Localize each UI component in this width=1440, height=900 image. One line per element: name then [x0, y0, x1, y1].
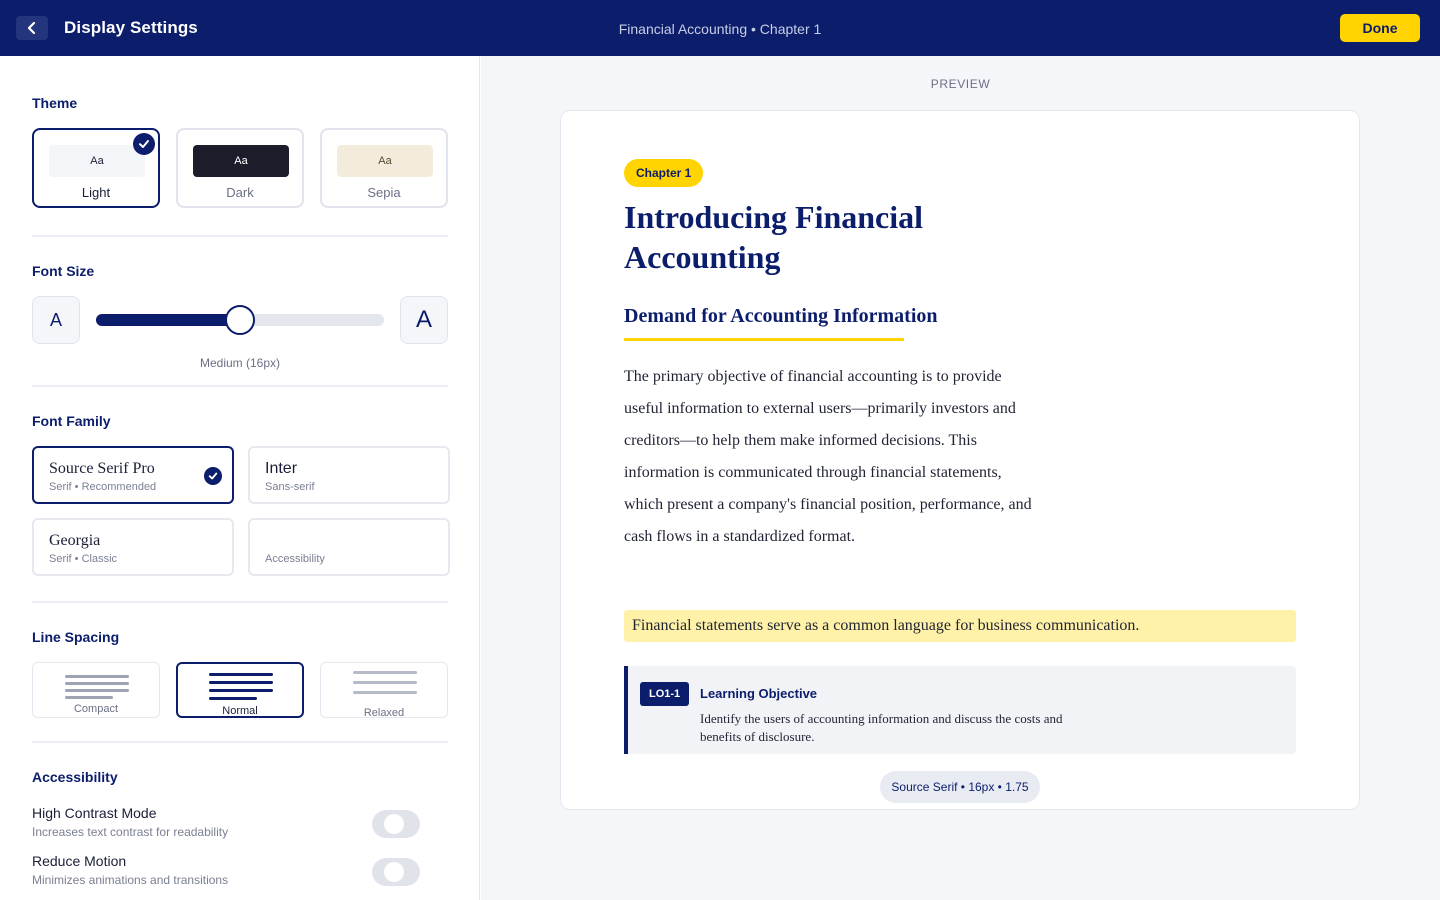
font-size-section-title: Font Size [32, 263, 95, 279]
chapter-title: Introducing Financial Accounting [624, 199, 924, 275]
theme-swatch-light: Aa [49, 145, 145, 177]
theme-label-sepia: Sepia [367, 185, 401, 200]
body-paragraph: The primary objective of financial accou… [624, 368, 1032, 545]
font-size-slider[interactable] [96, 305, 384, 335]
divider [32, 601, 448, 603]
spacing-label: Relaxed [363, 707, 405, 719]
font-size-value: Medium (16px) [199, 356, 281, 370]
font-option-name: Inter [265, 460, 298, 477]
large-a-glyph: A [415, 306, 432, 333]
breadcrumb: Financial Accounting • Chapter 1 [618, 21, 822, 37]
font-family-section-title: Font Family [32, 413, 111, 429]
theme-label-dark: Dark [226, 185, 254, 200]
font-option-accessibility[interactable]: Accessibility [248, 518, 450, 576]
settings-sidebar: Theme Aa Light Aa Dark Aa Sepia Font Siz… [0, 56, 480, 900]
toggle-knob [384, 814, 404, 834]
font-option-description: Serif • Classic [49, 553, 118, 565]
font-option-inter[interactable]: Inter Sans-serif [248, 446, 450, 504]
line-spacing-compact[interactable]: Compact [32, 662, 160, 718]
done-button[interactable]: Done [1340, 14, 1420, 42]
high-contrast-label: High Contrast Mode [32, 805, 157, 821]
theme-option-sepia[interactable]: Aa Sepia [320, 128, 448, 208]
learning-objective-text: Identify the users of accounting informa… [700, 711, 1063, 744]
divider [32, 235, 448, 237]
preview-page: Chapter 1 Introducing Financial Accounti… [560, 110, 1360, 810]
high-contrast-description: Increases text contrast for readability [32, 825, 229, 839]
divider [32, 741, 448, 743]
font-option-source-serif[interactable]: Source Serif Pro Serif • Recommended [32, 446, 234, 504]
line-spacing-normal[interactable]: Normal [176, 662, 304, 718]
slider-thumb[interactable] [225, 305, 255, 335]
preview-caption: PREVIEW [930, 77, 991, 91]
decrease-font-size-button[interactable]: A [32, 296, 80, 344]
spacing-label: Normal [222, 705, 258, 717]
theme-option-dark[interactable]: Aa Dark [176, 128, 304, 208]
font-option-description: Accessibility [265, 553, 325, 565]
font-option-description: Serif • Recommended [49, 481, 157, 493]
theme-label-light: Light [81, 185, 111, 200]
learning-objective-box: LO1-1 Learning Objective Identify the us… [624, 666, 1296, 754]
reduce-motion-label: Reduce Motion [32, 853, 127, 869]
line-spacing-section-title: Line Spacing [32, 629, 120, 645]
reduce-motion-description: Minimizes animations and transitions [32, 873, 229, 887]
font-option-georgia[interactable]: Georgia Serif • Classic [32, 518, 234, 576]
font-option-description: Sans-serif [265, 481, 315, 493]
line-spacing-relaxed[interactable]: Relaxed [320, 662, 448, 719]
font-option-name: Source Serif Pro [49, 460, 155, 477]
theme-swatch-sepia: Aa [337, 145, 433, 177]
highlighted-sentence: Financial statements serve as a common l… [624, 610, 1296, 642]
toggle-knob [384, 862, 404, 882]
check-icon [133, 133, 155, 155]
theme-option-light[interactable]: Aa Light [32, 128, 160, 208]
font-option-name: Georgia [49, 532, 101, 549]
reduce-motion-toggle[interactable] [372, 858, 420, 886]
accessibility-section-title: Accessibility [32, 769, 118, 785]
slider-fill [96, 314, 240, 326]
learning-objective-tag: LO1-1 [640, 682, 690, 706]
divider [32, 385, 448, 387]
top-bar: Display Settings Financial Accounting • … [0, 0, 1440, 56]
spacing-label: Compact [73, 703, 119, 715]
chapter-badge: Chapter 1 [624, 159, 704, 187]
check-icon [204, 467, 222, 485]
small-a-glyph: A [49, 309, 62, 330]
section-underline [624, 338, 904, 341]
increase-font-size-button[interactable]: A [400, 296, 448, 344]
settings-summary-pill: Source Serif • 16px • 1.75 [880, 771, 1040, 803]
high-contrast-toggle[interactable] [372, 810, 420, 838]
preview-panel: PREVIEW Chapter 1 Introducing Financial … [481, 56, 1440, 900]
theme-swatch-dark: Aa [193, 145, 289, 177]
section-heading: Demand for Accounting Information [624, 305, 938, 327]
theme-section-title: Theme [32, 95, 78, 111]
learning-objective-title: Learning Objective [700, 686, 818, 701]
